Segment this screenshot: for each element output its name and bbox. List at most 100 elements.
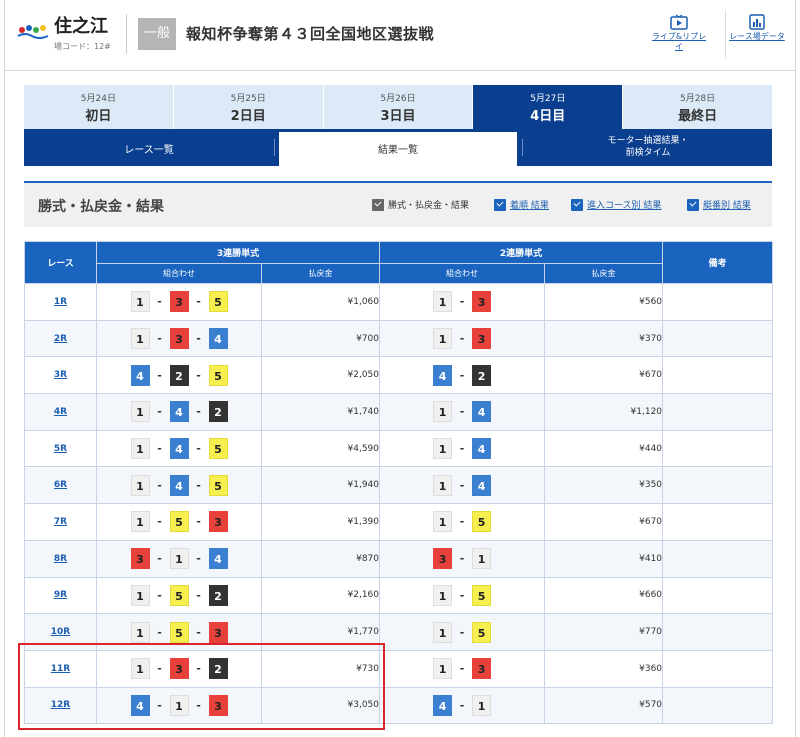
venue-data-button[interactable]: レース場データ [728,8,786,60]
boat-number-badge: 2 [208,658,228,680]
boat-number-badge: 1 [130,291,150,313]
table-row: 12R 4-1-3 ¥3,050 4-1 ¥570 [24,686,774,725]
boat-number-badge: 4 [208,548,228,570]
combo-separator: - [196,368,201,382]
trifecta-combo: 4-2-5 [96,356,262,395]
race-link[interactable]: 3R [54,370,67,380]
trifecta-combo: 1-4-5 [96,429,262,468]
header-trifecta: 3連勝単式 [95,241,381,264]
boat-number-badge: 3 [208,511,228,533]
boat-number-badge: 1 [130,438,150,460]
race-link[interactable]: 1R [54,297,67,307]
combo-separator: - [196,662,201,676]
combo-separator: - [459,332,465,346]
race-cell: 4R [24,393,97,431]
page-header: 住之江 場コード：12# 一般 報知杯争奪第４３回全国地区選抜戦 ライブ&リプレ… [4,0,796,71]
filter-entry-course[interactable]: 進入コース別 結果 [571,198,661,211]
race-link[interactable]: 7R [54,517,67,527]
combo-separator: - [196,515,201,529]
grade-badge: 一般 [138,18,176,50]
race-link[interactable]: 11R [51,664,70,674]
day-tabs: 5月24日 初日 5月25日 2日目 5月26日 3日目 5月27日 4日目 5月28日… [24,85,772,129]
table-row: 7R 1-5-3 ¥1,390 1-5 ¥670 [24,503,774,541]
exacta-combo: 1-3 [379,319,546,358]
day-tab-2[interactable]: 5月25日 2日目 [173,85,324,129]
trifecta-combo: 4-1-3 [96,686,262,725]
race-link[interactable]: 4R [54,407,67,417]
filter-finish-order[interactable]: 着順 結果 [494,198,549,211]
tab-race-list[interactable]: レース一覧 [24,129,274,166]
race-cell: 1R [24,283,97,321]
boat-number-badge: 1 [472,548,492,570]
boat-number-badge: 4 [169,438,189,460]
boat-number-badge: 5 [208,474,228,496]
boat-number-badge: 1 [433,658,453,680]
boat-number-badge: 2 [472,364,492,386]
day-tab-1[interactable]: 5月24日 初日 [24,85,174,129]
combo-separator: - [196,405,201,419]
filter-label: 艇番別 結果 [703,201,751,211]
boat-number-badge: 3 [169,291,189,313]
tab-motor-lottery[interactable]: モーター抽選結果・ 前検タイム [524,129,772,166]
race-link[interactable]: 10R [51,627,70,637]
filter-odds-result[interactable]: 勝式・払戻金・結果 [372,198,469,211]
boat-number-badge: 1 [130,511,150,533]
boat-number-badge: 5 [472,621,492,643]
day-tab-4[interactable]: 5月27日 4日目 [473,85,624,129]
combo-separator: - [459,515,465,529]
tab-race-list-label: レース一覧 [124,145,174,156]
boat-number-badge: 3 [208,621,228,643]
boat-number-badge: 3 [433,548,453,570]
day-tab-5[interactable]: 5月28日 最終日 [623,85,772,129]
combo-separator: - [196,332,201,346]
combo-separator: - [157,478,162,492]
day-tab-3[interactable]: 5月26日 3日目 [323,85,474,129]
race-link[interactable]: 2R [54,334,67,344]
trifecta-payout: ¥700 [260,319,381,358]
table-row: 6R 1-4-5 ¥1,940 1-4 ¥350 [24,466,774,505]
tab-result-list[interactable]: 結果一覧 [279,132,517,166]
combo-separator: - [157,625,162,639]
combo-separator: - [459,442,465,456]
trifecta-combo: 1-3-4 [96,319,262,358]
note-cell [662,613,774,651]
day-name: 4日目 [530,109,566,124]
race-cell: 9R [24,576,97,615]
race-cell: 11R [24,649,97,688]
race-link[interactable]: 9R [54,590,67,600]
note-cell [662,466,774,505]
live-replay-label: ライブ&リプレイ [651,32,707,51]
boat-number-badge: 5 [472,584,492,606]
race-link[interactable]: 12R [51,700,70,710]
boat-number-badge: 4 [130,694,150,716]
boat-number-badge: 2 [208,401,228,423]
boat-number-badge: 3 [472,291,492,313]
exacta-payout: ¥1,120 [544,393,664,431]
boat-number-badge: 3 [472,658,492,680]
race-cell: 6R [24,466,97,505]
combo-separator: - [196,478,201,492]
live-replay-button[interactable]: ライブ&リプレイ [650,8,708,60]
checkbox-icon [494,198,506,211]
race-link[interactable]: 5R [54,444,67,454]
filter-boat-number[interactable]: 艇番別 結果 [687,198,751,211]
combo-separator: - [459,625,465,639]
tab-result-list-label: 結果一覧 [378,145,418,156]
trifecta-combo: 1-4-5 [96,466,262,505]
boat-number-badge: 1 [433,291,453,313]
combo-separator: - [196,442,201,456]
boat-number-badge: 5 [169,511,189,533]
boat-number-badge: 2 [208,584,228,606]
boat-number-badge: 1 [130,621,150,643]
boat-number-badge: 1 [433,438,453,460]
race-link[interactable]: 6R [54,480,67,490]
table-row: 3R 4-2-5 ¥2,050 4-2 ¥670 [24,356,774,395]
exacta-combo: 4-1 [379,686,546,725]
boat-number-badge: 4 [472,401,492,423]
trifecta-combo: 3-1-4 [96,539,262,578]
table-row: 9R 1-5-2 ¥2,160 1-5 ¥660 [24,576,774,615]
boat-number-badge: 1 [433,584,453,606]
trifecta-combo: 1-5-3 [96,503,262,541]
race-link[interactable]: 8R [54,554,67,564]
race-cell: 5R [24,429,97,468]
